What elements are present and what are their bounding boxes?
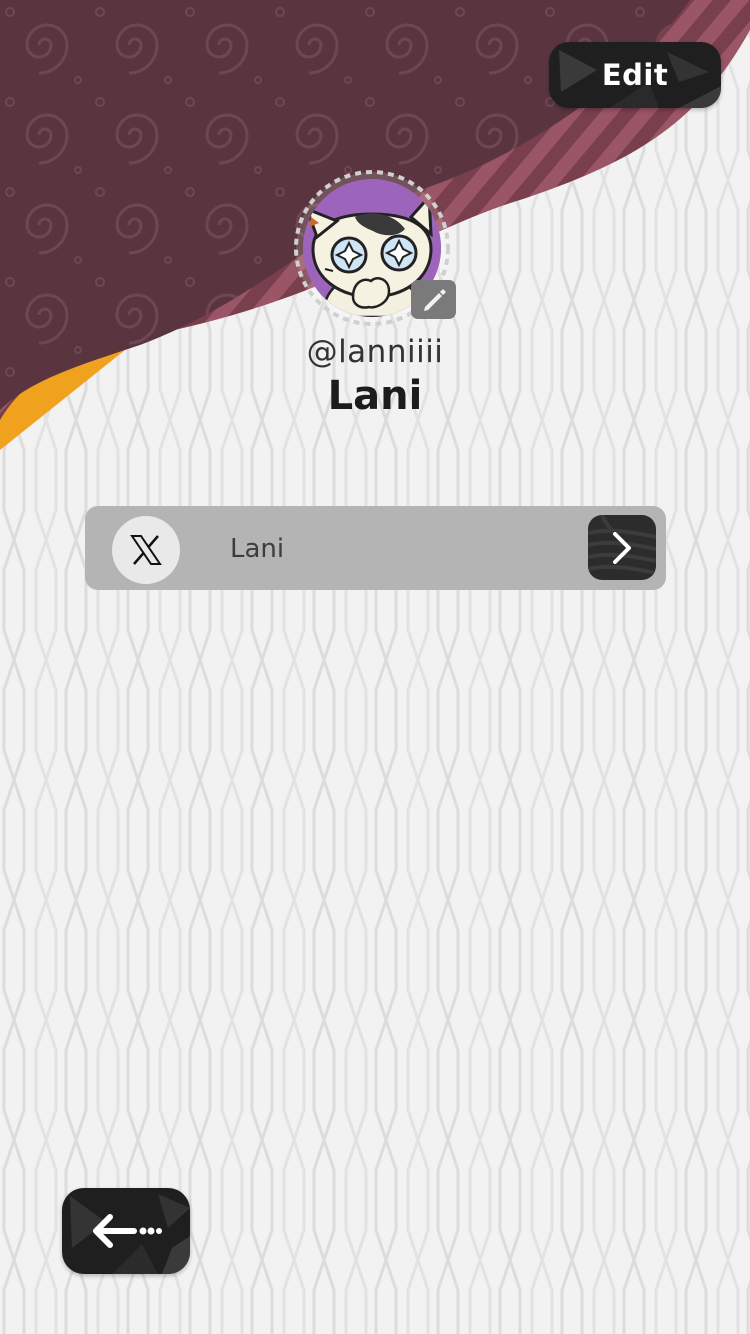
back-button[interactable] — [62, 1188, 190, 1274]
profile-screen: Edit @lanniiii Lani Lani — [0, 0, 750, 1334]
open-link-button[interactable] — [588, 515, 656, 580]
edit-label: Edit — [601, 58, 669, 92]
edit-profile-button[interactable]: Edit — [549, 42, 721, 108]
pencil-icon — [423, 288, 446, 311]
chevron-right-icon — [613, 531, 631, 564]
profile-name: Lani — [327, 373, 423, 419]
avatar-edit-button[interactable] — [411, 280, 456, 319]
social-link-card[interactable]: Lani — [85, 506, 666, 590]
x-badge — [112, 516, 180, 584]
x-logo-icon — [130, 535, 162, 565]
social-link-label: Lani — [230, 534, 285, 564]
profile-handle: @lanniiii — [306, 334, 444, 370]
back-arrow-icon — [93, 1214, 162, 1248]
